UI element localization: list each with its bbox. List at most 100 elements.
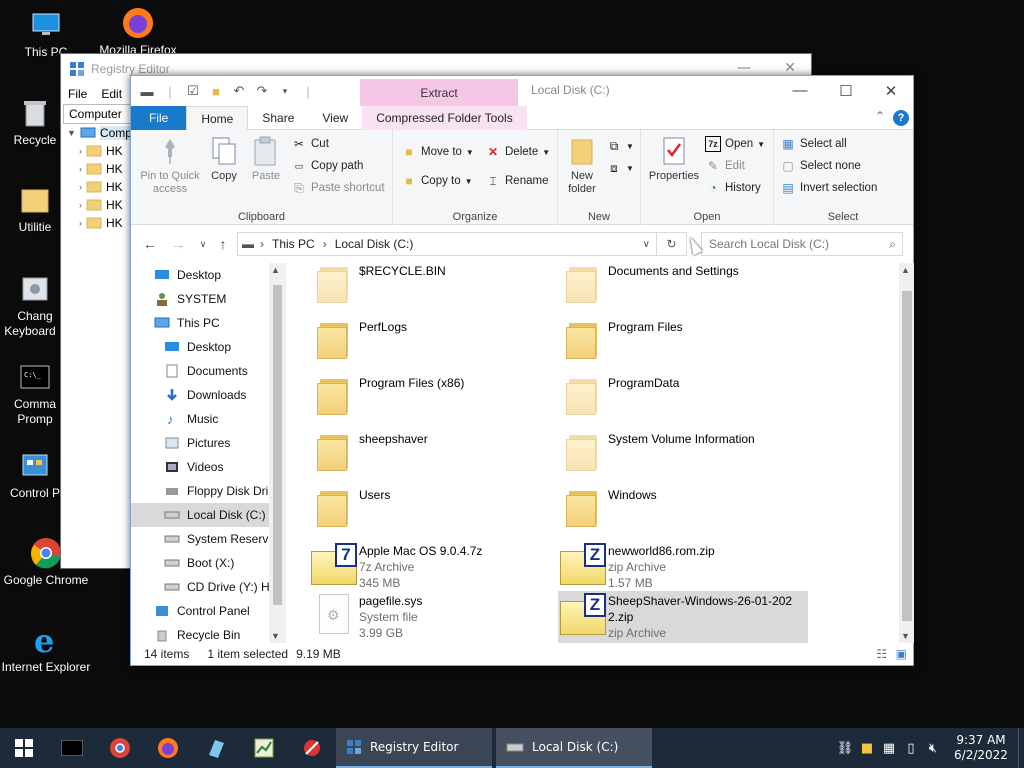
registry-menu-file[interactable]: File bbox=[68, 87, 87, 101]
open-button[interactable]: 7z Open ▼ bbox=[705, 134, 765, 154]
registry-tree-key[interactable]: › HK bbox=[67, 196, 132, 214]
copy-button[interactable]: Copy bbox=[205, 134, 243, 183]
breadcrumb-this-pc[interactable]: This PC bbox=[272, 237, 315, 251]
taskbar-app-tool[interactable] bbox=[288, 728, 336, 768]
tab-file[interactable]: File bbox=[131, 106, 187, 130]
nav-item[interactable]: Pictures bbox=[131, 431, 285, 455]
copy-path-button[interactable]: ▭ Copy path bbox=[291, 156, 364, 176]
clock[interactable]: 9:37 AM 6/2/2022 bbox=[944, 733, 1018, 763]
file-item[interactable]: Znewworld86.rom.zip zip Archive 1.57 MB bbox=[558, 541, 808, 591]
search-input[interactable]: Search Local Disk (C:) ⌕ bbox=[701, 232, 903, 256]
nav-item[interactable]: ♪ Music bbox=[131, 407, 285, 431]
taskbar-local-disk[interactable]: Local Disk (C:) bbox=[496, 728, 652, 768]
usb-icon[interactable]: ▯ bbox=[900, 728, 922, 768]
nav-item[interactable]: CD Drive (Y:) H bbox=[131, 575, 285, 599]
registry-tree-key[interactable]: › HK bbox=[67, 160, 132, 178]
taskbar-registry-editor[interactable]: Registry Editor bbox=[336, 728, 492, 768]
file-item[interactable]: Z SheepShaver-Windows-26-01-2022.zip zip A… bbox=[558, 591, 808, 643]
content-scrollbar-thumb[interactable] bbox=[902, 291, 912, 621]
breadcrumb-local-disk[interactable]: Local Disk (C:) bbox=[335, 237, 414, 251]
file-item[interactable]: System Volume Information bbox=[558, 429, 808, 479]
scroll-down-icon[interactable]: ▼ bbox=[271, 631, 280, 641]
file-item[interactable]: pagefile.sys System file 3.99 GB bbox=[309, 591, 559, 641]
explorer-titlebar[interactable]: ▬ | ☑ ■ ↶ ↷ ▾ | Extract Local Disk (C:) … bbox=[131, 76, 913, 106]
properties-button[interactable]: Properties bbox=[645, 134, 703, 183]
taskbar-app-blue[interactable] bbox=[192, 728, 240, 768]
network-icon[interactable]: ⛓ bbox=[834, 728, 856, 768]
maximize-button[interactable]: ☐ bbox=[823, 76, 869, 105]
nav-scrollbar[interactable]: ▲ ▼ bbox=[269, 263, 286, 643]
up-button[interactable]: ↑ bbox=[214, 235, 232, 253]
close-button[interactable]: ✕ bbox=[868, 76, 914, 105]
nav-scrollbar-thumb[interactable] bbox=[273, 285, 282, 605]
tab-home[interactable]: Home bbox=[186, 106, 249, 130]
nav-item[interactable]: System Reserve bbox=[131, 527, 285, 551]
registry-tree-key[interactable]: › HK bbox=[67, 142, 132, 160]
desktop-icon-firefox[interactable]: Mozilla Firefox bbox=[92, 6, 184, 58]
desktop-icon-ie[interactable]: e Internet Explorer bbox=[0, 623, 92, 675]
properties-qat-icon[interactable]: ☑ bbox=[185, 83, 201, 99]
file-item[interactable]: Program Files bbox=[558, 317, 808, 367]
undo-icon[interactable]: ↶ bbox=[231, 83, 247, 99]
color-icon[interactable]: ■ bbox=[856, 728, 878, 768]
scroll-down-icon[interactable]: ▼ bbox=[901, 631, 910, 641]
redo-icon[interactable]: ↷ bbox=[254, 83, 270, 99]
registry-menu-edit[interactable]: Edit bbox=[101, 87, 122, 101]
nav-item[interactable]: Recycle Bin bbox=[131, 623, 285, 643]
registry-tree-key[interactable]: › HK bbox=[67, 178, 132, 196]
content-scrollbar[interactable]: ▲ ▼ bbox=[899, 263, 914, 643]
nav-item[interactable]: This PC bbox=[131, 311, 285, 335]
start-button[interactable] bbox=[0, 728, 48, 768]
copy-to-button[interactable]: ■ Copy to ▼ bbox=[401, 171, 472, 191]
taskbar-chrome[interactable] bbox=[96, 728, 144, 768]
tab-compressed-folder-tools[interactable]: Compressed Folder Tools bbox=[362, 106, 527, 130]
nav-item[interactable]: Control Panel bbox=[131, 599, 285, 623]
nav-item[interactable]: SYSTEM bbox=[131, 287, 285, 311]
customize-qat-icon[interactable]: ▾ bbox=[277, 83, 293, 99]
nav-item[interactable]: Downloads bbox=[131, 383, 285, 407]
new-item-button[interactable]: ⧉ ▼ bbox=[606, 136, 634, 156]
registry-tree-key[interactable]: › HK bbox=[67, 214, 132, 232]
select-all-button[interactable]: ▦ Select all bbox=[780, 134, 846, 154]
collapse-ribbon-icon[interactable]: ⌃ bbox=[875, 109, 885, 123]
rename-button[interactable]: ⌶ Rename bbox=[485, 171, 548, 191]
details-view-icon[interactable]: ☷ bbox=[876, 647, 887, 661]
easy-access-button[interactable]: ⧈ ▼ bbox=[606, 158, 634, 178]
history-button[interactable]: ◔ History bbox=[705, 178, 760, 198]
taskbar-app-chart[interactable] bbox=[240, 728, 288, 768]
tab-view[interactable]: View bbox=[308, 106, 362, 130]
scroll-up-icon[interactable]: ▲ bbox=[271, 265, 280, 275]
file-item[interactable]: sheepshaver bbox=[309, 429, 559, 479]
file-item[interactable]: 7 Apple Mac OS 9.0.4.7z 7z Archive 345 MB bbox=[309, 541, 559, 591]
nav-item[interactable]: Floppy Disk Dri bbox=[131, 479, 285, 503]
file-item[interactable]: Windows bbox=[558, 485, 808, 535]
select-none-button[interactable]: ▢ Select none bbox=[780, 156, 860, 176]
file-item[interactable]: ProgramData bbox=[558, 373, 808, 423]
file-item[interactable]: Users bbox=[309, 485, 559, 535]
address-dropdown-icon[interactable]: ∨ bbox=[643, 239, 650, 250]
file-item[interactable]: $RECYCLE.BIN bbox=[309, 261, 559, 311]
edit-button[interactable]: ✎ Edit bbox=[705, 156, 745, 176]
show-desktop-button[interactable] bbox=[1018, 728, 1024, 768]
new-folder-button[interactable]: New folder bbox=[562, 134, 602, 196]
large-icons-view-icon[interactable]: ▣ bbox=[896, 647, 907, 661]
file-item[interactable]: Program Files (x86) bbox=[309, 373, 559, 423]
file-item[interactable]: PerfLogs bbox=[309, 317, 559, 367]
nav-item[interactable]: Desktop bbox=[131, 335, 285, 359]
recent-locations-button[interactable]: ∨ bbox=[194, 235, 212, 253]
file-item[interactable]: Documents and Settings bbox=[558, 261, 808, 311]
refresh-button[interactable]: ↻ bbox=[657, 232, 687, 256]
registry-tree-computer[interactable]: ▼ Comp bbox=[67, 124, 132, 142]
nav-item[interactable]: Documents bbox=[131, 359, 285, 383]
context-tab-extract[interactable]: Extract bbox=[360, 79, 518, 106]
move-to-button[interactable]: ■ Move to ▼ bbox=[401, 142, 473, 162]
tray-app-icon[interactable]: ▦ bbox=[878, 728, 900, 768]
nav-item[interactable]: Boot (X:) bbox=[131, 551, 285, 575]
minimize-button[interactable]: — bbox=[777, 76, 823, 105]
pin-to-quick-access-button[interactable]: Pin to Quick access bbox=[137, 134, 203, 196]
nav-item[interactable]: Local Disk (C:) bbox=[131, 503, 285, 527]
cut-button[interactable]: ✂ Cut bbox=[291, 134, 329, 154]
invert-selection-button[interactable]: ▤ Invert selection bbox=[780, 178, 877, 198]
new-folder-qat-icon[interactable]: ■ bbox=[208, 83, 224, 99]
paste-button[interactable]: Paste bbox=[247, 134, 285, 183]
